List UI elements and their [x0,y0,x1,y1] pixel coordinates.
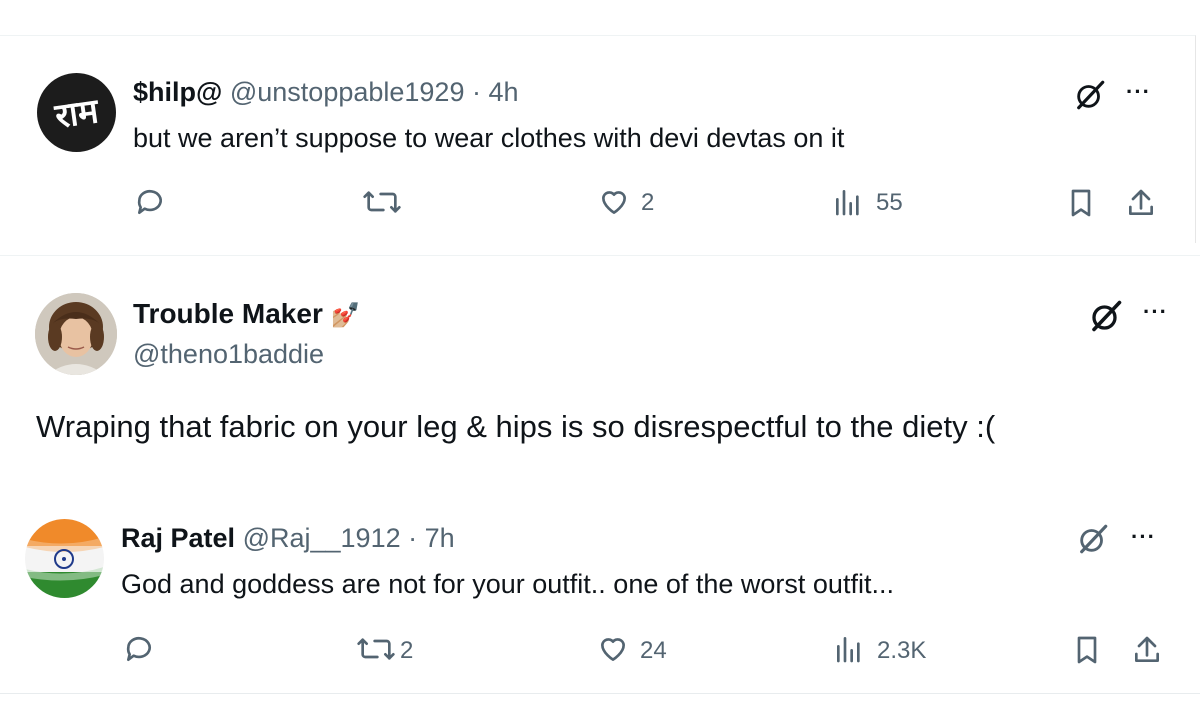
author-handle[interactable]: @Raj__1912 [243,523,401,553]
tweet-card[interactable]: Raj Patel @Raj__1912 · 7h God and goddes… [0,495,1200,694]
heart-icon[interactable] [596,633,630,665]
avatar[interactable] [25,519,104,598]
tweet-card[interactable]: Trouble Maker 💅🏼 @theno1baddie Wraping t… [0,255,1200,466]
author-handle[interactable]: @unstoppable1929 [230,77,465,107]
retweet-icon[interactable] [362,186,402,218]
retweet-count: 2 [400,637,414,664]
retweet-icon[interactable] [356,633,396,665]
views-icon[interactable] [832,186,864,218]
heart-icon[interactable] [597,186,631,218]
name-emoji: 💅🏼 [330,302,361,329]
avatar[interactable]: राम [37,73,116,152]
bookmark-icon[interactable] [1065,186,1097,220]
tweet-text: Wraping that fabric on your leg & hips i… [36,409,996,444]
grok-icon[interactable] [1076,522,1110,556]
author-name[interactable]: Raj Patel [121,523,235,553]
view-count: 2.3K [877,637,927,664]
timestamp[interactable]: 7h [425,523,455,553]
view-count: 55 [876,189,903,216]
author-handle[interactable]: @theno1baddie [133,338,324,370]
author-name[interactable]: $hilp@ [133,77,222,107]
like-count: 24 [640,637,667,664]
grok-icon[interactable] [1073,78,1107,112]
reply-icon[interactable] [134,186,166,218]
like-count: 2 [641,189,655,216]
separator: · [408,523,418,553]
share-icon[interactable] [1125,186,1157,220]
more-icon[interactable]: ··· [1126,79,1151,105]
tweet-text: God and goddess are not for your outfit.… [121,569,894,599]
views-icon[interactable] [833,633,865,665]
tweet-card[interactable]: राम $hilp@ @unstoppable1929 · 4h but we … [0,35,1196,243]
more-icon[interactable]: ··· [1131,524,1156,550]
author-name[interactable]: Trouble Maker [133,298,323,329]
more-icon[interactable]: ··· [1143,299,1168,325]
avatar[interactable] [35,293,117,375]
separator: · [471,77,481,107]
grok-icon[interactable] [1088,298,1124,334]
bookmark-icon[interactable] [1071,633,1103,667]
avatar-text: राम [52,91,101,137]
tweet-text: but we aren’t suppose to wear clothes wi… [133,123,845,153]
reply-icon[interactable] [123,633,155,665]
timestamp[interactable]: 4h [489,77,519,107]
share-icon[interactable] [1131,633,1163,667]
